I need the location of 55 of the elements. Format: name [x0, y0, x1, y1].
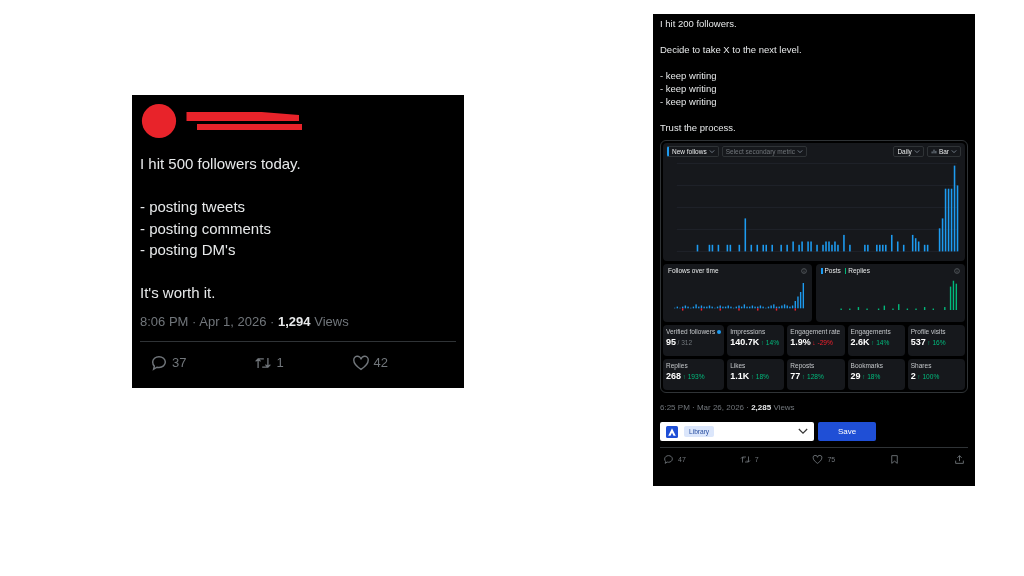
metric-value: 268	[666, 371, 682, 381]
reply-icon[interactable]	[150, 353, 168, 372]
metric-value: 140.7K	[730, 337, 760, 347]
post-text: - posting tweets	[140, 197, 246, 217]
bar	[902, 244, 905, 252]
post-text: I hit 200 followers.	[660, 17, 737, 30]
post-text: - posting DM's	[140, 240, 236, 260]
metric-value: 1.1K	[730, 371, 750, 381]
chevron-icon	[951, 149, 957, 154]
chevron-icon	[798, 428, 808, 435]
metric-value: 2	[910, 371, 916, 381]
save-button[interactable]: Save	[818, 422, 876, 441]
post-text: It's worth it.	[140, 283, 216, 303]
chevron-icon	[708, 149, 715, 154]
post-timestamp: 6:25 PM · Mar 26, 2026 · 2,285 Views	[660, 403, 796, 412]
metric-value: 95	[666, 337, 676, 347]
repost-icon[interactable]	[739, 454, 751, 465]
post-text: - keep writing	[660, 69, 717, 82]
bar	[750, 244, 753, 252]
bookmark-icon[interactable]	[889, 454, 901, 465]
chevron-icon	[797, 149, 804, 154]
bar	[857, 307, 860, 310]
reply-icon[interactable]	[663, 454, 674, 465]
post-timestamp: 8:06 PM · Apr 1, 2026 · 1,294 Views	[140, 313, 456, 342]
post-text: - keep writing	[660, 82, 717, 95]
metric-value: 77	[790, 371, 801, 381]
bar-chart-icon	[930, 149, 937, 154]
post-text: Decide to take X to the next level.	[660, 43, 802, 56]
bar	[717, 244, 720, 252]
post-text: I hit 500 followers today.	[140, 154, 301, 174]
post-text: Trust the process.	[660, 121, 736, 134]
bar	[696, 244, 699, 252]
share-icon[interactable]	[954, 454, 965, 465]
logo-icon	[666, 425, 678, 438]
metric-value: 537	[910, 337, 926, 347]
metric-value: 2.6K	[850, 337, 870, 347]
action-count: 1	[276, 355, 284, 370]
post-text: - posting comments	[140, 218, 271, 239]
bar	[738, 244, 741, 252]
post-text: - keep writing	[660, 95, 717, 108]
chevron-icon	[913, 149, 920, 154]
metric-value: 29	[850, 371, 861, 381]
metric-value: 1.9%	[790, 337, 811, 347]
heart-icon[interactable]	[812, 454, 824, 465]
action-count: 42	[373, 355, 388, 370]
bar	[883, 305, 886, 310]
avatar	[140, 102, 178, 140]
action-count: 37	[172, 355, 187, 370]
heart-icon[interactable]	[351, 353, 370, 372]
bar	[896, 241, 899, 252]
info-icon[interactable]	[954, 267, 960, 274]
bar	[923, 307, 926, 310]
bar	[744, 218, 747, 252]
info-icon[interactable]	[801, 267, 807, 274]
bar	[756, 244, 759, 252]
